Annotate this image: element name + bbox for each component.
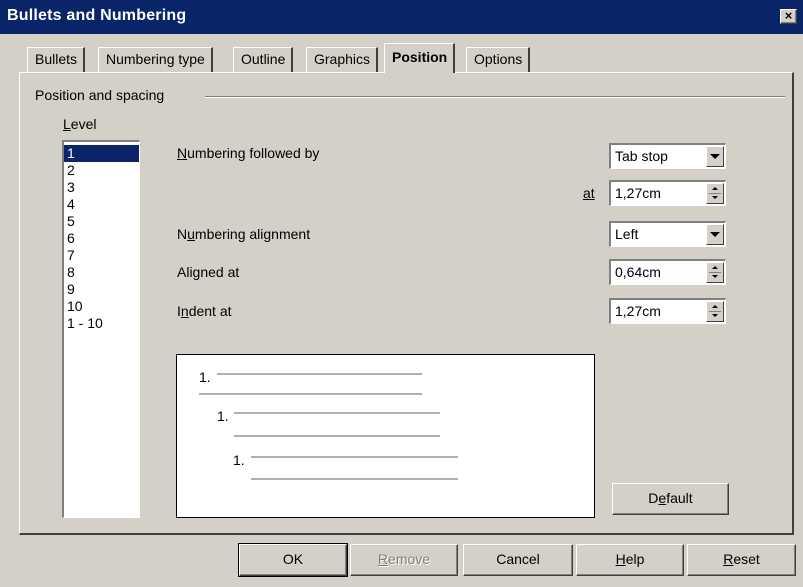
level-item[interactable]: 9 [64, 281, 139, 298]
window-title: Bullets and Numbering [7, 7, 187, 24]
level-item[interactable]: 10 [64, 298, 139, 315]
spinner-value: 0,64cm [615, 264, 661, 280]
preview-number: 1. [217, 408, 229, 424]
spinner-value: 1,27cm [615, 185, 661, 201]
numbering-preview: 1. 1. 1. [176, 354, 595, 518]
at-spinner[interactable]: 1,27cm [609, 180, 726, 206]
spin-down-icon[interactable] [707, 312, 723, 321]
aligned-at-spinner[interactable]: 0,64cm [609, 259, 726, 285]
level-item[interactable]: 3 [64, 179, 139, 196]
numbering-followed-by-select[interactable]: Tab stop [609, 143, 726, 169]
level-item[interactable]: 1 [64, 145, 139, 162]
indent-at-spinner[interactable]: 1,27cm [609, 298, 726, 324]
chevron-down-icon[interactable] [706, 146, 724, 167]
tab-options[interactable]: Options [466, 47, 531, 72]
tab-numbering-type[interactable]: Numbering type [98, 47, 213, 72]
numbering-alignment-select[interactable]: Left [609, 221, 726, 247]
level-label: Level [63, 116, 97, 132]
select-value: Left [615, 226, 639, 242]
tab-position[interactable]: Position [384, 43, 456, 73]
spin-down-icon[interactable] [707, 194, 723, 203]
spinner-buttons [706, 183, 724, 204]
spinner-buttons [706, 262, 724, 283]
level-item[interactable]: 6 [64, 230, 139, 247]
select-value: Tab stop [615, 148, 668, 164]
spin-up-icon[interactable] [707, 184, 723, 193]
reset-button[interactable]: Reset [687, 544, 796, 576]
chevron-down-icon[interactable] [706, 224, 724, 245]
ok-button[interactable]: OK [238, 543, 348, 577]
tab-bullets[interactable]: Bullets [27, 47, 86, 72]
aligned-at-label: Aligned at [177, 264, 240, 280]
default-button[interactable]: Default [612, 483, 729, 515]
close-button[interactable]: × [780, 9, 797, 24]
spin-up-icon[interactable] [707, 302, 723, 311]
group-divider [205, 96, 785, 98]
preview-line [251, 478, 458, 480]
preview-line [199, 393, 422, 395]
preview-line [217, 373, 422, 375]
level-item[interactable]: 1 - 10 [64, 315, 139, 332]
at-label: at [583, 185, 595, 201]
numbering-followed-by-label: Numbering followed by [177, 145, 320, 161]
cancel-button[interactable]: Cancel [463, 544, 573, 576]
close-icon: × [784, 8, 793, 23]
remove-button[interactable]: Remove [350, 544, 458, 576]
preview-line [234, 435, 440, 437]
spin-down-icon[interactable] [707, 273, 723, 282]
preview-line [234, 412, 440, 414]
group-title: Position and spacing [35, 87, 165, 103]
level-list[interactable]: 1 2 3 4 5 6 7 8 9 10 1 - 10 [62, 140, 140, 518]
preview-line [251, 456, 458, 458]
level-item[interactable]: 4 [64, 196, 139, 213]
help-button[interactable]: Help [576, 544, 684, 576]
level-item[interactable]: 8 [64, 264, 139, 281]
indent-at-label: Indent at [177, 303, 232, 319]
preview-number: 1. [199, 369, 211, 385]
tab-outline[interactable]: Outline [233, 47, 294, 72]
level-item[interactable]: 7 [64, 247, 139, 264]
numbering-alignment-label: Numbering alignment [177, 226, 311, 242]
preview-number: 1. [233, 452, 245, 468]
title-bar: Bullets and Numbering × [0, 0, 803, 34]
level-item[interactable]: 2 [64, 162, 139, 179]
spinner-buttons [706, 301, 724, 322]
spinner-value: 1,27cm [615, 303, 661, 319]
level-item[interactable]: 5 [64, 213, 139, 230]
spin-up-icon[interactable] [707, 263, 723, 272]
tab-graphics[interactable]: Graphics [306, 47, 379, 72]
